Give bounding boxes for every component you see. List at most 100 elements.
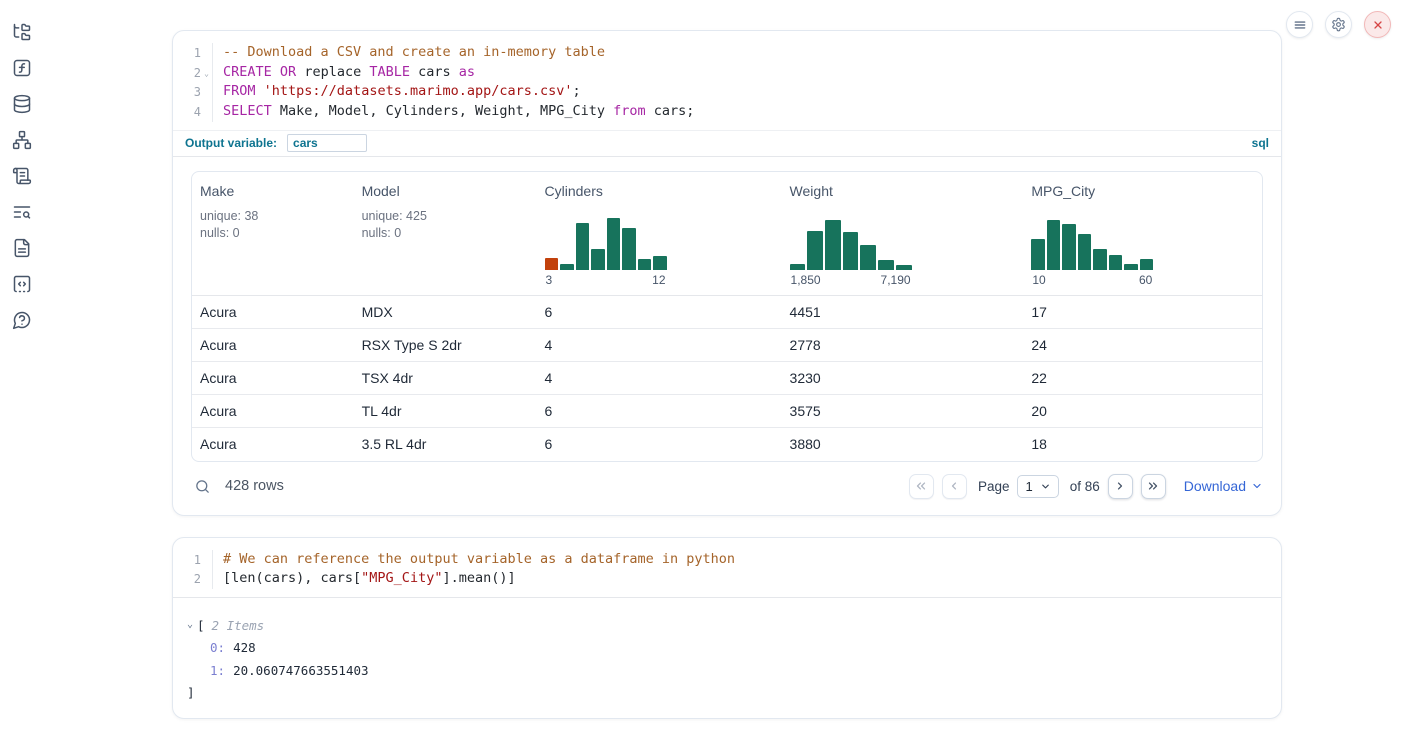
histogram-bar[interactable]	[807, 231, 823, 270]
code-line[interactable]: -- Download a CSV and create an in-memor…	[223, 43, 1281, 63]
histogram-bar[interactable]	[790, 264, 806, 270]
sidebar-item-files[interactable]	[12, 22, 32, 42]
code-line[interactable]: [len(cars), cars["MPG_City"].mean()]	[223, 569, 1281, 589]
tree-item-index: 1:	[210, 663, 225, 678]
sidebar-item-help[interactable]	[12, 310, 32, 330]
histogram-bar[interactable]	[591, 249, 605, 270]
histogram-bar[interactable]	[576, 223, 590, 270]
column-title: Make	[200, 183, 346, 199]
histogram-bar[interactable]	[1047, 220, 1061, 269]
histogram-bar[interactable]	[622, 228, 636, 270]
sql-editor[interactable]: 12⌄34 -- Download a CSV and create an in…	[173, 31, 1281, 130]
histogram-bar[interactable]	[1109, 255, 1123, 270]
histogram-max-label: 7,190	[881, 273, 911, 287]
chevrons-left-icon	[914, 479, 928, 493]
column-header-cylinders[interactable]: Cylinders312	[537, 172, 782, 295]
column-title: Weight	[790, 183, 1016, 199]
table-row[interactable]: Acura3.5 RL 4dr6388018	[192, 428, 1262, 461]
shutdown-button[interactable]	[1364, 11, 1391, 38]
sidebar-item-variables[interactable]	[12, 58, 32, 78]
column-header-mpg_city[interactable]: MPG_City1060	[1023, 172, 1262, 295]
histogram-bar[interactable]	[1078, 234, 1092, 269]
table-row[interactable]: AcuraTL 4dr6357520	[192, 395, 1262, 428]
histogram-bar[interactable]	[653, 256, 667, 270]
page-value: 1	[1025, 479, 1032, 494]
line-number: 4	[173, 102, 212, 122]
column-title: Cylinders	[545, 183, 774, 199]
histogram-bar[interactable]	[825, 220, 841, 269]
sql-cell-output: Make unique: 38nulls: 0Modelunique: 425nu…	[173, 157, 1281, 515]
sidebar-item-dependencies[interactable]	[12, 130, 32, 150]
column-stats: unique: 425nulls: 0	[362, 208, 529, 242]
histogram-bar[interactable]	[860, 245, 876, 270]
download-button[interactable]: Download	[1184, 478, 1263, 494]
tree-close-bracket: ]	[187, 685, 195, 700]
left-sidebar	[0, 0, 44, 729]
column-header-model[interactable]: Modelunique: 425nulls: 0	[354, 172, 537, 295]
fold-chevron-icon[interactable]: ⌄	[201, 67, 212, 78]
pagination: Page 1 of 86 Download	[901, 474, 1263, 499]
chevron-left-icon	[947, 479, 961, 493]
py-editor[interactable]: 12 # We can reference the output variabl…	[173, 538, 1281, 597]
table-cell: 6	[537, 403, 782, 419]
py-editor-gutter: 12	[173, 550, 213, 589]
first-page-button[interactable]	[909, 474, 934, 499]
table-cell: 22	[1023, 370, 1262, 386]
search-button[interactable]	[194, 478, 211, 495]
settings-button[interactable]	[1325, 11, 1352, 38]
table-footer-left: 428 rows	[191, 478, 284, 495]
histogram-bar[interactable]	[896, 265, 912, 270]
column-header-make[interactable]: Make unique: 38nulls: 0	[192, 172, 354, 295]
sql-cell: 12⌄34 -- Download a CSV and create an in…	[172, 30, 1282, 516]
tree-collapse-icon[interactable]: ⌄	[187, 620, 197, 630]
histogram-bar[interactable]	[843, 232, 859, 270]
search-icon	[194, 478, 211, 495]
histogram-bar[interactable]	[1062, 224, 1076, 270]
table-body: AcuraMDX6445117AcuraRSX Type S 2dr427782…	[192, 296, 1262, 461]
chevron-down-icon	[1251, 480, 1263, 492]
dependency-graph-icon	[12, 130, 32, 150]
histogram-bar[interactable]	[638, 259, 652, 269]
table-row[interactable]: AcuraTSX 4dr4323022	[192, 362, 1262, 395]
histogram-bar[interactable]	[560, 264, 574, 270]
table-row[interactable]: AcuraMDX6445117	[192, 296, 1262, 329]
sidebar-item-datasources[interactable]	[12, 94, 32, 114]
code-line[interactable]: SELECT Make, Model, Cylinders, Weight, M…	[223, 102, 1281, 122]
histogram-bar[interactable]	[1124, 264, 1138, 270]
next-page-button[interactable]	[1108, 474, 1133, 499]
code-line[interactable]: CREATE OR replace TABLE cars as	[223, 63, 1281, 83]
code-line[interactable]: FROM 'https://datasets.marimo.app/cars.c…	[223, 82, 1281, 102]
menu-icon	[1293, 18, 1307, 32]
table-row[interactable]: AcuraRSX Type S 2dr4277824	[192, 329, 1262, 362]
sidebar-item-documentation[interactable]	[12, 238, 32, 258]
histogram-bar[interactable]	[1140, 259, 1154, 269]
column-stats: unique: 38nulls: 0	[200, 208, 346, 242]
sidebar-item-snippets[interactable]	[12, 274, 32, 294]
column-header-weight[interactable]: Weight1,8507,190	[782, 172, 1024, 295]
table-cell: MDX	[354, 304, 537, 320]
table-cell: Acura	[192, 436, 354, 452]
histogram-max-label: 12	[652, 273, 665, 287]
code-snippets-icon	[12, 274, 32, 294]
help-chat-icon	[12, 310, 32, 330]
histogram-bar[interactable]	[545, 258, 559, 269]
py-editor-content: # We can reference the output variable a…	[213, 550, 1281, 589]
sql-editor-gutter: 12⌄34	[173, 43, 213, 122]
page-select[interactable]: 1	[1017, 475, 1058, 498]
column-title: MPG_City	[1031, 183, 1254, 199]
output-variable-input[interactable]	[287, 134, 367, 152]
sidebar-item-scratchpad[interactable]	[12, 166, 32, 186]
histogram-bar[interactable]	[878, 260, 894, 269]
histogram-bar[interactable]	[1093, 249, 1107, 270]
histogram-bar[interactable]	[607, 218, 621, 270]
code-line[interactable]: # We can reference the output variable a…	[223, 550, 1281, 570]
prev-page-button[interactable]	[942, 474, 967, 499]
chevron-right-icon	[1113, 479, 1127, 493]
table-cell: 20	[1023, 403, 1262, 419]
last-page-button[interactable]	[1141, 474, 1166, 499]
data-table: Make unique: 38nulls: 0Modelunique: 425nu…	[191, 171, 1263, 462]
histogram-bar[interactable]	[1031, 239, 1045, 270]
tree-close-line: ]	[187, 682, 1281, 705]
sidebar-item-logs[interactable]	[12, 202, 32, 222]
notebook-menu-button[interactable]	[1286, 11, 1313, 38]
